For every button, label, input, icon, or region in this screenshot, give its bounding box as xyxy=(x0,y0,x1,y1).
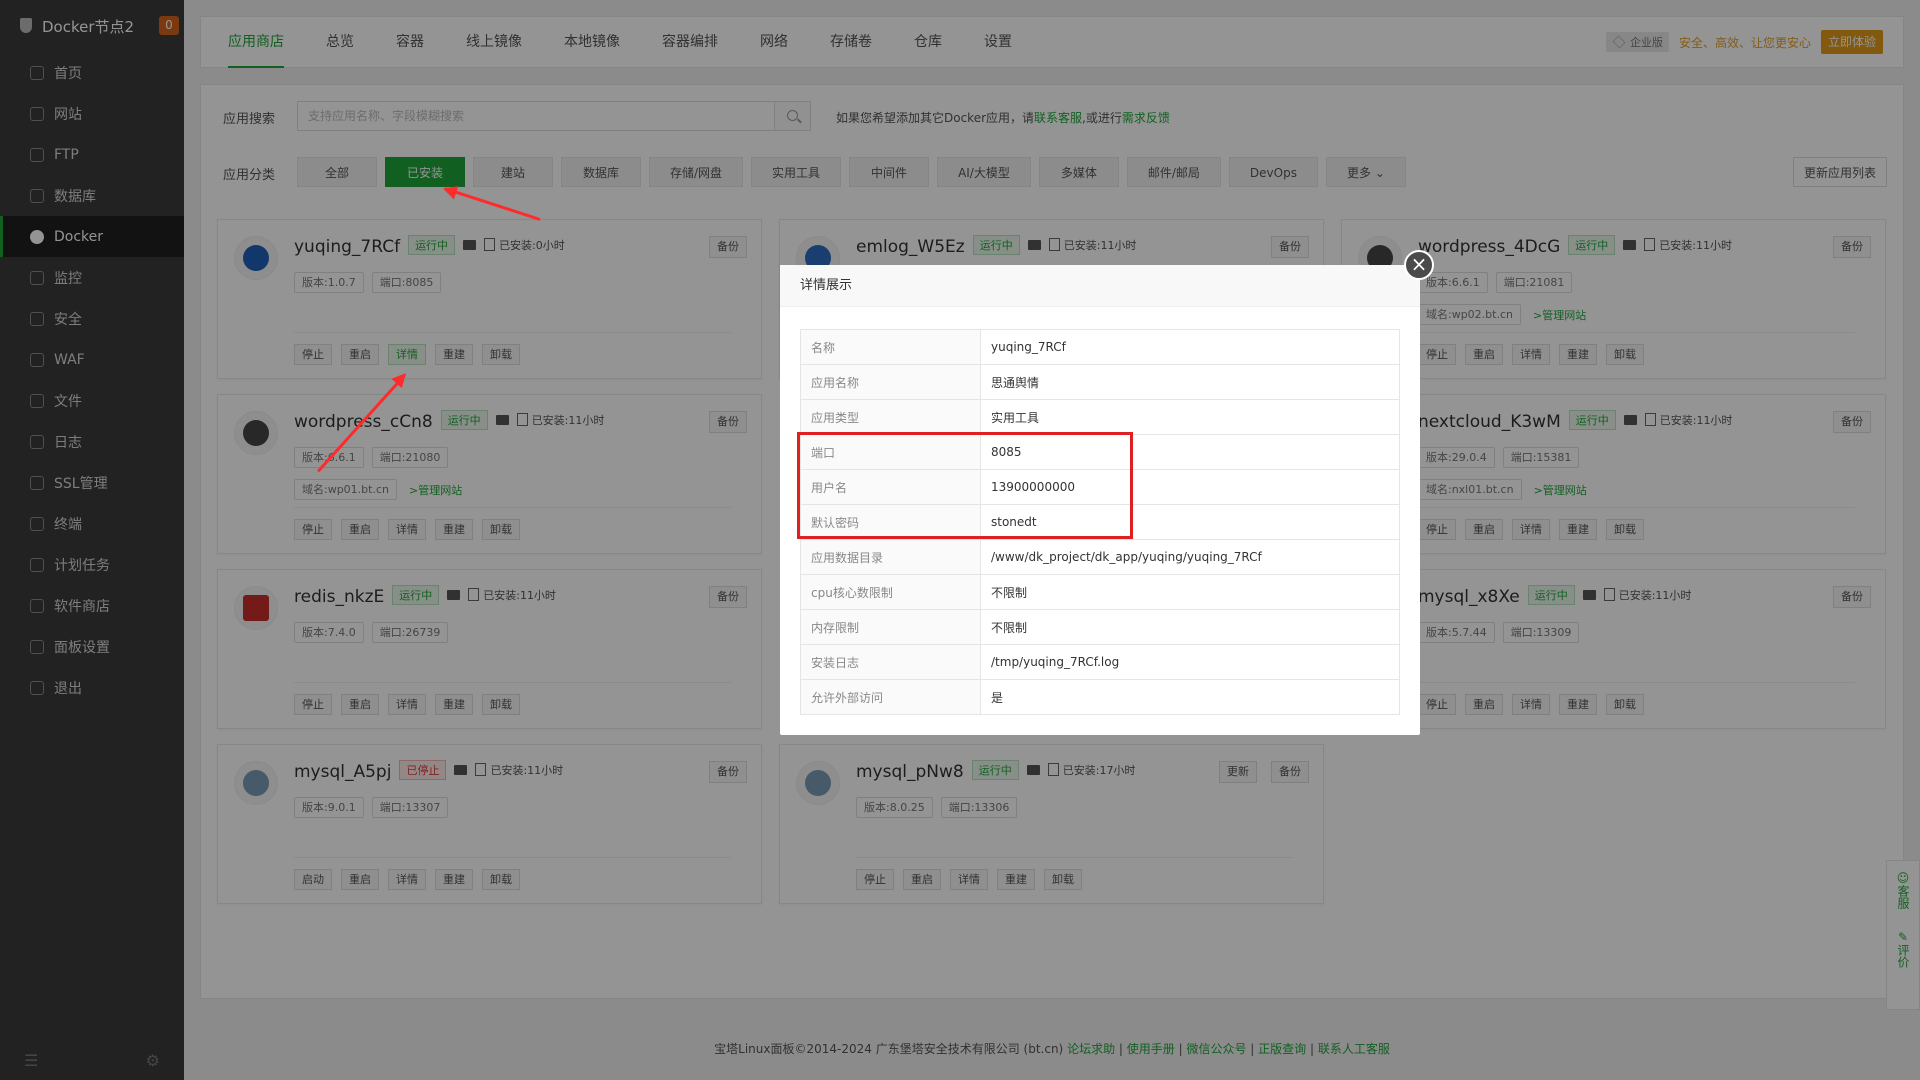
row-value: 是 xyxy=(980,679,1400,715)
row-key: 应用数据目录 xyxy=(800,539,981,575)
row-value: yuqing_7RCf xyxy=(980,329,1400,365)
row-key: 内存限制 xyxy=(800,609,981,645)
row-value: 不限制 xyxy=(980,574,1400,610)
row-value: /www/dk_project/dk_app/yuqing/yuqing_7RC… xyxy=(980,539,1400,575)
row-key: cpu核心数限制 xyxy=(800,574,981,610)
table-row: 内存限制 不限制 xyxy=(800,609,1400,645)
row-value: /tmp/yuqing_7RCf.log xyxy=(980,644,1400,680)
row-key: 安装日志 xyxy=(800,644,981,680)
row-key: 允许外部访问 xyxy=(800,679,981,715)
row-key: 应用名称 xyxy=(800,364,981,400)
row-key: 名称 xyxy=(800,329,981,365)
row-value: 实用工具 xyxy=(980,399,1400,435)
modal-title: 详情展示 xyxy=(780,265,1420,307)
table-row: cpu核心数限制 不限制 xyxy=(800,574,1400,610)
close-icon[interactable]: × xyxy=(1404,250,1434,280)
table-row: 应用数据目录/www/dk_project/dk_app/yuqing/yuqi… xyxy=(800,539,1400,575)
row-value: 不限制 xyxy=(980,609,1400,645)
table-row: 应用类型 实用工具 xyxy=(800,399,1400,435)
table-row: 允许外部访问是 xyxy=(800,679,1400,715)
row-key: 应用类型 xyxy=(800,399,981,435)
table-row: 名称 yuqing_7RCf xyxy=(800,329,1400,365)
annotation-highlight-box xyxy=(797,432,1133,539)
table-row: 应用名称 思通舆情 xyxy=(800,364,1400,400)
table-row: 安装日志/tmp/yuqing_7RCf.log xyxy=(800,644,1400,680)
row-value: 思通舆情 xyxy=(980,364,1400,400)
